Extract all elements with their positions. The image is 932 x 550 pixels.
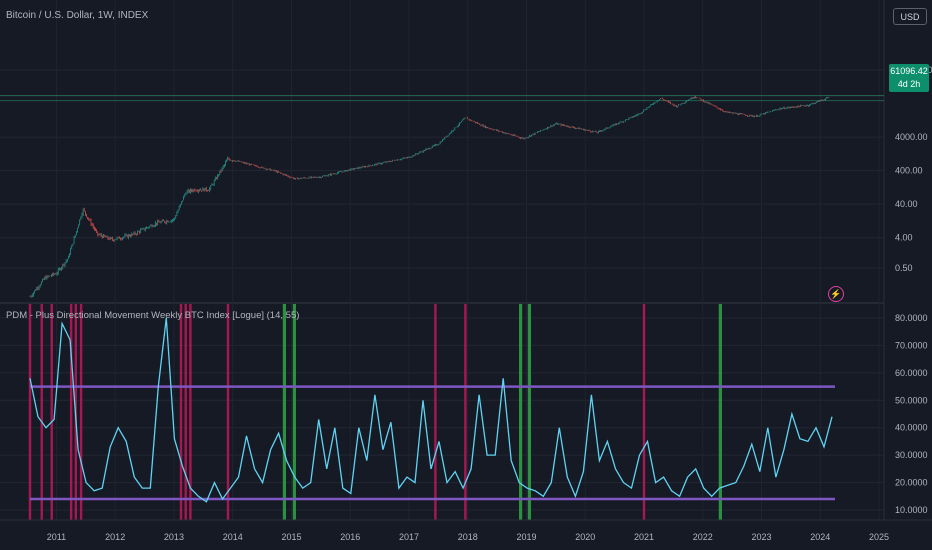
year-tick-label: 2025 bbox=[869, 532, 889, 542]
green-zone bbox=[527, 304, 532, 520]
year-tick-label: 2013 bbox=[164, 532, 184, 542]
pdm-tick-label: 20.0000 bbox=[895, 478, 928, 488]
red-zone bbox=[434, 304, 437, 520]
grid-lines bbox=[0, 0, 885, 520]
red-zone bbox=[79, 304, 83, 520]
red-zone bbox=[642, 304, 646, 520]
year-tick-label: 2016 bbox=[340, 532, 360, 542]
price-tick-label: 400.00 bbox=[895, 166, 923, 176]
year-tick-label: 2021 bbox=[634, 532, 654, 542]
chart-canvas[interactable]: 400000.004000.00400.0040.004.000.5080.00… bbox=[0, 0, 932, 550]
signal-zones bbox=[28, 304, 722, 520]
x-axis-labels: 2011 2012 2013 2014 2015 2016 2017 2018 2019 2020… bbox=[0, 519, 932, 542]
pdm-tick-label: 60.0000 bbox=[895, 368, 928, 378]
green-zone bbox=[282, 304, 287, 520]
red-zone bbox=[464, 304, 467, 520]
price-tick-label: 4.00 bbox=[895, 233, 913, 243]
bar-countdown: 4d 2h bbox=[897, 79, 921, 89]
red-zone bbox=[28, 304, 32, 520]
last-price-tag: 61096.42 4d 2h bbox=[889, 64, 929, 92]
year-tick-label: 2017 bbox=[399, 532, 419, 542]
price-tick-label: 0.50 bbox=[895, 263, 913, 273]
lightning-icon[interactable]: ⚡ bbox=[828, 286, 844, 302]
red-zone bbox=[69, 304, 73, 520]
currency-button[interactable]: USD bbox=[893, 8, 927, 25]
pdm-tick-label: 70.0000 bbox=[895, 340, 928, 350]
indicator-title: PDM - Plus Directional Movement Weekly B… bbox=[6, 310, 300, 321]
year-tick-label: 2012 bbox=[105, 532, 125, 542]
year-tick-label: 2011 bbox=[47, 532, 66, 542]
last-price: 61096.42 bbox=[890, 66, 928, 76]
year-tick-label: 2015 bbox=[281, 532, 301, 542]
year-tick-label: 2020 bbox=[575, 532, 595, 542]
red-zone bbox=[226, 304, 230, 520]
price-tick-label: 40.00 bbox=[895, 199, 918, 209]
red-zone bbox=[179, 304, 183, 520]
red-zone bbox=[40, 304, 43, 520]
year-tick-label: 2022 bbox=[693, 532, 713, 542]
pdm-tick-label: 80.0000 bbox=[895, 313, 928, 323]
pdm-tick-label: 10.0000 bbox=[895, 505, 928, 515]
red-zone bbox=[184, 304, 187, 520]
year-tick-label: 2023 bbox=[751, 532, 771, 542]
pdm-tick-label: 50.0000 bbox=[895, 395, 928, 405]
year-tick-label: 2018 bbox=[458, 532, 478, 542]
pdm-tick-label: 40.0000 bbox=[895, 423, 928, 433]
price-candles bbox=[29, 96, 830, 298]
pdm-tick-label: 30.0000 bbox=[895, 450, 928, 460]
year-tick-label: 2014 bbox=[223, 532, 243, 542]
green-zone bbox=[519, 304, 523, 520]
year-tick-label: 2024 bbox=[810, 532, 830, 542]
red-zone bbox=[50, 304, 53, 520]
price-tick-label: 4000.00 bbox=[895, 132, 928, 142]
chart-title: Bitcoin / U.S. Dollar, 1W, INDEX bbox=[6, 10, 149, 21]
year-tick-label: 2019 bbox=[516, 532, 536, 542]
y-axis-labels: 400000.004000.00400.0040.004.000.5080.00… bbox=[895, 65, 932, 515]
green-zone bbox=[292, 304, 296, 520]
